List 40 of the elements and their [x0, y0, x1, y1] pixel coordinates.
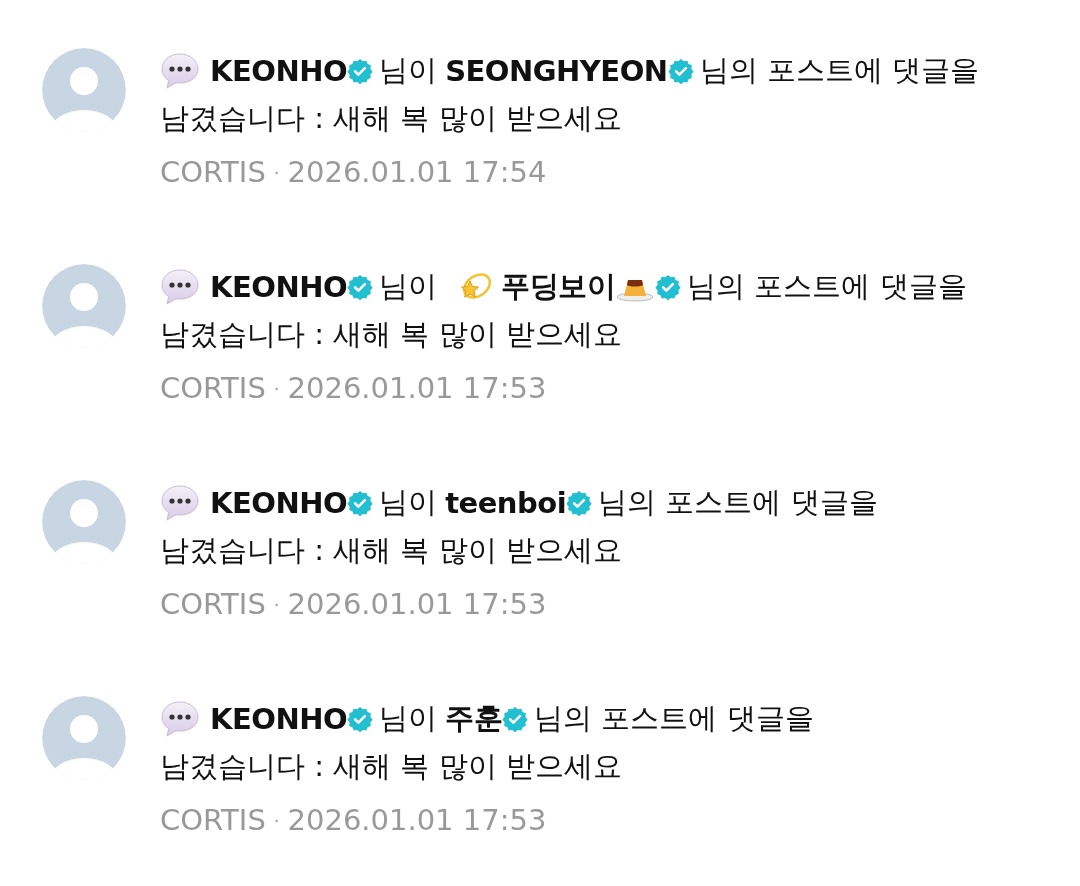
source-name: CORTIS [160, 803, 266, 837]
actor-name: KEONHO [210, 702, 348, 736]
source-name: CORTIS [160, 155, 266, 189]
actor-name: KEONHO [210, 486, 348, 520]
message-text: 남겼습니다 : 새해 복 많이 받으세요 [160, 316, 623, 353]
actor-name: KEONHO [210, 54, 348, 88]
avatar-icon [42, 696, 126, 780]
target-name: SEONGHYEON [445, 54, 668, 88]
connector-text: 님이 [379, 268, 438, 305]
message-text: 님의 포스트에 댓글을 [534, 700, 814, 737]
message-text: 님의 포스트에 댓글을 [687, 268, 967, 305]
avatar-icon [42, 480, 126, 564]
separator-dot: · [273, 377, 280, 399]
connector-text: 님이 [379, 484, 438, 521]
timestamp: 2026.01.01 17:53 [287, 587, 547, 621]
target-name: 주훈 [445, 700, 503, 737]
actor-name: KEONHO [210, 270, 348, 304]
source-name: CORTIS [160, 587, 266, 621]
timestamp: 2026.01.01 17:53 [287, 803, 547, 837]
connector-text: 님이 [379, 700, 438, 737]
avatar-icon [42, 264, 126, 348]
separator-dot: · [273, 161, 280, 183]
source-name: CORTIS [160, 371, 266, 405]
separator-dot: · [273, 809, 280, 831]
target-name: teenboi [445, 486, 567, 520]
speech-bubble-icon [160, 484, 200, 522]
message-text: 님의 포스트에 댓글을 [699, 52, 979, 89]
connector-text: 님이 [379, 52, 438, 89]
timestamp: 2026.01.01 17:53 [287, 371, 547, 405]
message-text: 님의 포스트에 댓글을 [598, 484, 878, 521]
message-text: 남겼습니다 : 새해 복 많이 받으세요 [160, 748, 623, 785]
target-name: 푸딩보이 [501, 268, 616, 305]
speech-bubble-icon [160, 700, 200, 738]
avatar-icon [42, 48, 126, 132]
message-text: 남겼습니다 : 새해 복 많이 받으세요 [160, 100, 623, 137]
timestamp: 2026.01.01 17:54 [287, 155, 547, 189]
message-text: 남겼습니다 : 새해 복 많이 받으세요 [160, 532, 623, 569]
separator-dot: · [273, 593, 280, 615]
speech-bubble-icon [160, 52, 200, 90]
speech-bubble-icon [160, 268, 200, 306]
